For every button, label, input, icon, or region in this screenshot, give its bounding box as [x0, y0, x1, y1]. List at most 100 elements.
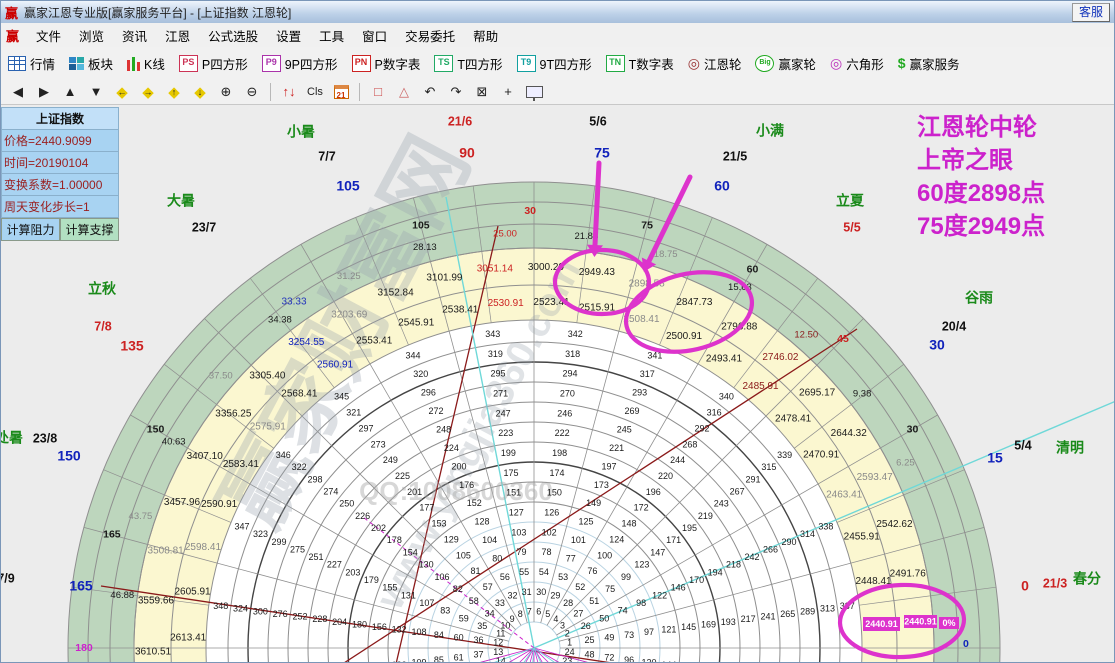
svg-text:14: 14 — [496, 656, 506, 663]
svg-text:129: 129 — [444, 534, 459, 544]
tool-presentation[interactable] — [522, 81, 546, 102]
svg-text:99: 99 — [621, 572, 631, 582]
svg-text:165: 165 — [69, 578, 93, 594]
tool-next[interactable]: ▶ — [32, 81, 56, 102]
menu-item-8[interactable]: 交易委托 — [396, 23, 464, 48]
svg-text:立秋: 立秋 — [88, 281, 117, 297]
tool-delete-box[interactable]: ⊠ — [470, 81, 494, 102]
toolbar-button-t-square[interactable]: TST四方形 — [427, 51, 509, 76]
annotation-line: 75度2949点 — [917, 210, 1045, 243]
menu-item-4[interactable]: 公式选股 — [199, 23, 267, 48]
tool-center-cross[interactable]: + — [496, 81, 520, 102]
svg-text:180: 180 — [75, 642, 93, 654]
toolbar-button-9t-square[interactable]: T99T四方形 — [510, 51, 599, 76]
svg-text:269: 269 — [624, 406, 639, 416]
svg-text:293: 293 — [632, 387, 647, 397]
svg-text:26: 26 — [581, 621, 591, 631]
tool-draw-triangle[interactable]: △ — [392, 81, 416, 102]
tool-cls[interactable]: Cls — [303, 81, 327, 102]
tool-pan-up[interactable]: ◆↑ — [162, 81, 186, 102]
svg-text:34: 34 — [485, 608, 495, 618]
svg-text:2: 2 — [565, 629, 570, 639]
tool-rotate-cw[interactable]: ↷ — [444, 81, 468, 102]
tool-calendar[interactable]: 21 — [329, 81, 353, 102]
svg-text:77: 77 — [566, 554, 576, 564]
menu-item-2[interactable]: 资讯 — [113, 23, 156, 48]
kline-icon — [127, 56, 140, 71]
panel-button-resistance[interactable]: 计算阻力 — [1, 218, 60, 241]
tool-up[interactable]: ▲ — [58, 81, 82, 102]
svg-text:247: 247 — [496, 408, 511, 418]
quotes-label: 行情 — [30, 54, 55, 73]
tool-down[interactable]: ▼ — [84, 81, 108, 102]
tool-prev[interactable]: ◀ — [6, 81, 30, 102]
svg-text:49: 49 — [604, 632, 614, 642]
menu-item-0[interactable]: 文件 — [27, 23, 70, 48]
tool-zoom-out[interactable]: ⊖ — [240, 81, 264, 102]
svg-text:78: 78 — [542, 547, 552, 557]
svg-text:154: 154 — [403, 547, 418, 557]
gann-wheel-chart-area[interactable]: 赢家财富网www.yingjia360.comQQ:10086003601234… — [1, 105, 1115, 663]
svg-text:294: 294 — [563, 369, 578, 379]
svg-text:72: 72 — [604, 652, 614, 662]
svg-text:224: 224 — [444, 443, 459, 453]
tool-pan-right[interactable]: ◆→ — [136, 81, 160, 102]
tool-draw-rect[interactable]: □ — [366, 81, 390, 102]
svg-text:222: 222 — [555, 428, 570, 438]
svg-text:2583.41: 2583.41 — [223, 459, 260, 470]
9p-square-icon: P9 — [262, 55, 281, 72]
menu-item-3[interactable]: 江恩 — [156, 23, 199, 48]
svg-text:248: 248 — [436, 424, 451, 434]
svg-text:23/8: 23/8 — [33, 431, 57, 445]
panel-button-support[interactable]: 计算支撑 — [60, 218, 119, 241]
svg-text:105: 105 — [336, 178, 360, 194]
toolbar-button-winner-wheel[interactable]: Big赢家轮 — [748, 51, 823, 76]
svg-text:清明: 清明 — [1056, 440, 1084, 456]
menu-item-9[interactable]: 帮助 — [464, 23, 507, 48]
svg-text:春分: 春分 — [1072, 571, 1101, 587]
toolbar-button-t-table[interactable]: TNT数字表 — [599, 51, 681, 76]
svg-text:60: 60 — [747, 263, 759, 275]
svg-text:2542.62: 2542.62 — [876, 519, 913, 530]
toolbar-button-winner-service[interactable]: $赢家服务 — [891, 51, 967, 76]
svg-text:250: 250 — [339, 499, 354, 509]
svg-text:37.50: 37.50 — [209, 370, 233, 381]
menu-item-1[interactable]: 浏览 — [70, 23, 113, 48]
menu-item-5[interactable]: 设置 — [267, 23, 310, 48]
tool-pan-down[interactable]: ◆↓ — [188, 81, 212, 102]
toolbar-button-p-table[interactable]: PNP数字表 — [345, 51, 428, 76]
svg-text:197: 197 — [601, 461, 616, 471]
svg-text:30: 30 — [929, 337, 945, 353]
toolbar-button-gann-wheel[interactable]: ◎江恩轮 — [681, 51, 749, 76]
toolbar-button-kline[interactable]: K线 — [120, 51, 172, 76]
toolbar-separator — [359, 83, 360, 101]
svg-text:大暑: 大暑 — [167, 193, 195, 209]
customer-service-button[interactable]: 客服 — [1072, 3, 1110, 22]
svg-text:221: 221 — [609, 443, 624, 453]
svg-text:107: 107 — [419, 598, 434, 608]
toolbar-button-quotes[interactable]: 行情 — [1, 51, 62, 76]
toolbar-button-sectors[interactable]: 板块 — [62, 51, 120, 76]
svg-text:56: 56 — [500, 572, 510, 582]
tool-zoom-in[interactable]: ⊕ — [214, 81, 238, 102]
svg-text:147: 147 — [650, 547, 665, 557]
tool-updown-arrows[interactable]: ↑↓ — [277, 81, 301, 102]
svg-text:198: 198 — [552, 448, 567, 458]
svg-text:2508.41: 2508.41 — [623, 314, 660, 325]
svg-text:242: 242 — [745, 552, 760, 562]
svg-text:52: 52 — [575, 582, 585, 592]
toolbar-button-9p-square[interactable]: P99P四方形 — [255, 51, 345, 76]
svg-text:343: 343 — [485, 329, 500, 339]
tool-rotate-ccw[interactable]: ↶ — [418, 81, 442, 102]
svg-text:199: 199 — [501, 448, 516, 458]
svg-text:196: 196 — [646, 487, 661, 497]
toolbar-button-p-square[interactable]: PSP四方形 — [172, 51, 255, 76]
svg-text:220: 220 — [658, 471, 673, 481]
tool-pan-left[interactable]: ◆← — [110, 81, 134, 102]
svg-text:QQ:1008600360: QQ:1008600360 — [359, 476, 553, 506]
svg-text:33: 33 — [495, 598, 505, 608]
menu-item-7[interactable]: 窗口 — [353, 23, 396, 48]
svg-text:169: 169 — [701, 619, 716, 629]
toolbar-button-hexagon[interactable]: ◎六角形 — [823, 51, 891, 76]
menu-item-6[interactable]: 工具 — [310, 23, 353, 48]
